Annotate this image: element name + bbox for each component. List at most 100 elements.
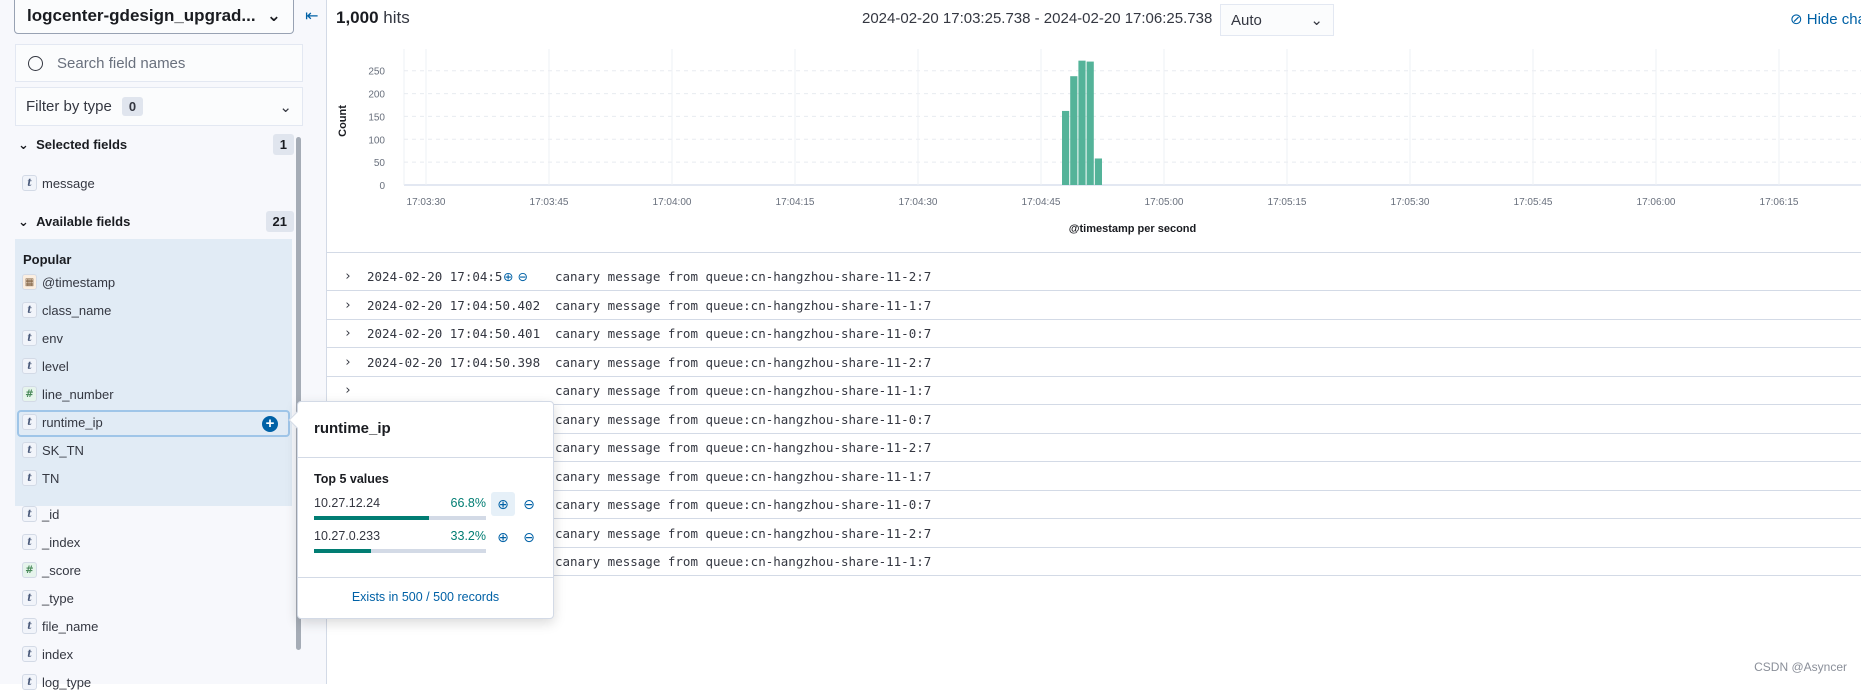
- field-item-log-type[interactable]: t log_type: [22, 669, 91, 695]
- chevron-down-icon: ⌄: [266, 6, 281, 25]
- exists-records-link[interactable]: Exists in 500 / 500 records: [298, 590, 553, 604]
- field-name: level: [42, 358, 69, 374]
- available-fields-toggle[interactable]: ⌄ Available fields 21: [18, 211, 294, 232]
- add-field-icon[interactable]: +: [262, 416, 278, 432]
- index-pattern-select[interactable]: logcenter-gdesign_upgrad... ⌄: [14, 0, 294, 34]
- filter-for-value-icon[interactable]: ⊕: [491, 492, 515, 516]
- histogram-chart[interactable]: 0 50 100 150 200 250 17:03:30 17:03:45 17:04:00 1…: [327, 40, 1861, 245]
- filter-out-value-icon[interactable]: ⊖: [520, 495, 538, 513]
- x-axis-title: @timestamp per second: [1069, 223, 1196, 235]
- document-row[interactable]: ›2024-02-20 17:04:50.375canary message f…: [327, 548, 1861, 576]
- document-row[interactable]: › 2024-02-20 17:04:50.398 canary message f…: [327, 349, 1861, 377]
- top-value-bar: [314, 516, 486, 520]
- x-tick-label: 17:04:00: [653, 197, 692, 208]
- selected-fields-toggle[interactable]: ⌄ Selected fields 1: [18, 134, 294, 155]
- row-message: canary message from queue:cn-hangzhou-sh…: [555, 554, 932, 569]
- field-item-env[interactable]: t env: [22, 325, 63, 351]
- field-item-line-number[interactable]: # line_number: [22, 381, 114, 407]
- expand-chevron-icon[interactable]: ›: [327, 383, 359, 398]
- field-item-id[interactable]: t _id: [22, 501, 59, 527]
- x-tick-label: 17:04:15: [776, 197, 815, 208]
- top-value-row: 10.27.0.233 33.2%: [314, 529, 486, 543]
- string-type-icon: t: [22, 506, 37, 522]
- field-item-score[interactable]: # _score: [22, 557, 81, 583]
- field-details-popover: runtime_ip Top 5 values 10.27.12.24 66.8%…: [288, 401, 554, 619]
- watermark: CSDN @Asyncer: [1754, 660, 1847, 674]
- expand-chevron-icon[interactable]: ›: [327, 269, 359, 284]
- histogram-bar: [1094, 158, 1102, 185]
- expand-chevron-icon[interactable]: ›: [327, 355, 359, 370]
- available-count-badge: 21: [265, 211, 294, 232]
- row-message: canary message from queue:cn-hangzhou-sh…: [555, 525, 932, 541]
- row-message: canary message from queue:cn-hangzhou-sh…: [555, 440, 932, 455]
- string-type-icon: t: [22, 442, 37, 458]
- x-tick-label: 17:03:45: [530, 197, 569, 208]
- collapse-sidebar-icon[interactable]: ⇤: [305, 6, 318, 26]
- field-name: _type: [42, 590, 74, 606]
- field-name: index: [42, 646, 74, 662]
- string-type-icon: t: [22, 674, 37, 690]
- field-name: env: [42, 330, 63, 346]
- search-field-input[interactable]: Search field names: [15, 44, 303, 82]
- interval-select[interactable]: Auto ⌄: [1220, 4, 1334, 36]
- field-item-index[interactable]: t _index: [22, 529, 80, 555]
- document-row[interactable]: ›canary message from queue:cn-hangzhou-s…: [327, 491, 1861, 519]
- top-value: 10.27.12.24: [314, 496, 381, 510]
- document-row[interactable]: › 2024-02-20 17:04:50.402 canary message f…: [327, 292, 1861, 320]
- date-type-icon: ▦: [22, 274, 37, 290]
- row-message: canary message from queue:cn-hangzhou-sh…: [555, 269, 932, 284]
- row-message: canary message from queue:cn-hangzhou-sh…: [555, 497, 932, 512]
- chevron-icon: ⌄: [18, 136, 37, 152]
- field-item-sk-tn[interactable]: t SK_TN: [22, 437, 84, 463]
- field-item-level[interactable]: t level: [22, 353, 69, 379]
- field-name: class_name: [42, 302, 112, 318]
- x-tick-label: 17:06:00: [1637, 197, 1676, 208]
- document-row[interactable]: › 2024-02-20 17:04:5 ⊕ ⊖ canary message fro…: [327, 263, 1861, 291]
- field-sidebar: logcenter-gdesign_upgrad... ⌄ ⇤ Search fi…: [0, 0, 327, 690]
- filter-for-value-icon[interactable]: ⊕: [494, 528, 512, 546]
- y-tick-label: 150: [368, 112, 385, 123]
- field-item-type[interactable]: t _type: [22, 585, 74, 611]
- filter-out-value-icon[interactable]: ⊖: [520, 528, 538, 546]
- field-name: SK_TN: [42, 442, 84, 458]
- field-item-class-name[interactable]: t class_name: [22, 297, 111, 323]
- string-type-icon: t: [22, 590, 37, 606]
- string-type-icon: t: [22, 302, 37, 318]
- hide-chart-button[interactable]: ⊘ Hide chart: [1790, 10, 1861, 28]
- x-tick-label: 17:05:00: [1145, 197, 1184, 208]
- row-timestamp: 2024-02-20 17:04:50.402: [367, 297, 541, 313]
- filter-out-icon[interactable]: ⊖: [517, 269, 527, 284]
- document-row[interactable]: ›canary message from queue:cn-hangzhou-s…: [327, 434, 1861, 462]
- expand-chevron-icon[interactable]: ›: [327, 298, 359, 313]
- top-value-row: 10.27.12.24 66.8%: [314, 496, 486, 510]
- field-name: TN: [42, 470, 60, 486]
- filter-by-type-button[interactable]: Filter by type 0 ⌄: [15, 87, 303, 126]
- filter-count-badge: 0: [121, 97, 144, 116]
- filter-for-icon[interactable]: ⊕: [503, 269, 513, 284]
- field-name: _index: [42, 534, 81, 550]
- selected-count-badge: 1: [272, 134, 294, 155]
- field-item-message[interactable]: t message: [22, 170, 95, 196]
- document-row[interactable]: › 2024-02-20 17:04:50.401 canary message f…: [327, 320, 1861, 348]
- expand-chevron-icon[interactable]: ›: [327, 326, 359, 341]
- string-type-icon: t: [22, 646, 37, 662]
- string-type-icon: t: [22, 618, 37, 634]
- field-item-file-name[interactable]: t file_name: [22, 613, 98, 639]
- eye-closed-icon: ⊘: [1790, 11, 1803, 28]
- row-message: canary message from queue:cn-hangzhou-sh…: [555, 297, 932, 313]
- field-item-timestamp[interactable]: ▦ @timestamp: [22, 269, 115, 295]
- search-icon: [28, 55, 43, 71]
- histogram-bar: [1086, 61, 1094, 185]
- x-tick-label: 17:04:30: [899, 197, 938, 208]
- filter-actions[interactable]: ⊕ ⊖: [503, 269, 547, 284]
- document-row[interactable]: ›canary message from queue:cn-hangzhou-s…: [327, 377, 1861, 405]
- field-item-index[interactable]: t index: [22, 641, 73, 667]
- field-item-tn[interactable]: t TN: [22, 465, 59, 491]
- document-row[interactable]: ›canary message from queue:cn-hangzhou-s…: [327, 463, 1861, 491]
- field-name: line_number: [42, 386, 114, 402]
- document-row[interactable]: ›2024-02-20 17:04:50.379canary message f…: [327, 520, 1861, 548]
- field-name: log_type: [42, 674, 92, 690]
- row-timestamp: 2024-02-20 17:04:50.401: [367, 326, 541, 341]
- document-row[interactable]: ›canary message from queue:cn-hangzhou-s…: [327, 406, 1861, 434]
- popover-title: runtime_ip: [314, 420, 391, 437]
